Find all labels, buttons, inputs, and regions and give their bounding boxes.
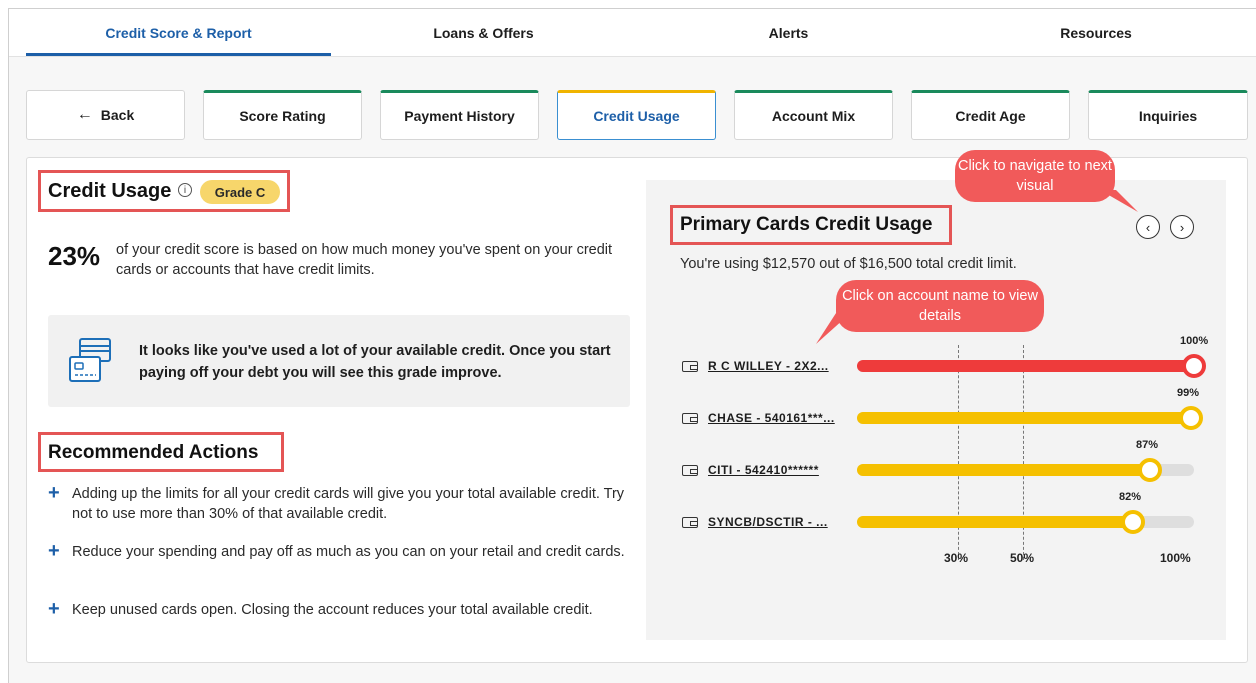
recommended-action-text: Keep unused cards open. Closing the acco…	[72, 602, 593, 618]
grade-badge: Grade C	[200, 180, 280, 204]
primary-cards-title: Primary Cards Credit Usage	[680, 214, 933, 235]
subtab-score-rating[interactable]: Score Rating	[203, 90, 362, 140]
tab-loans-offers[interactable]: Loans & Offers	[331, 9, 636, 57]
credit-card-icon	[682, 464, 698, 476]
account-link[interactable]: R C WILLEY - 2X2...	[682, 359, 829, 373]
account-name: R C WILLEY - 2X2...	[708, 359, 829, 373]
usage-notice: It looks like you've used a lot of your …	[48, 315, 630, 407]
callout-pointer	[816, 310, 854, 344]
usage-bar-label: 87%	[1136, 439, 1159, 451]
usage-bar-label: 99%	[1177, 387, 1200, 399]
tab-resources[interactable]: Resources	[941, 9, 1251, 57]
subtab-inquiries[interactable]: Inquiries	[1088, 90, 1248, 140]
axis-tick: 100%	[1160, 551, 1191, 565]
usage-bar-track	[857, 354, 1206, 378]
usage-bar-track	[857, 458, 1194, 482]
usage-bar-fill	[857, 412, 1191, 424]
callout-pointer	[1100, 190, 1138, 212]
usage-bar-track	[857, 510, 1194, 534]
notice-text: It looks like you've used a lot of your …	[139, 343, 611, 381]
account-name: CITI - 542410******	[708, 463, 819, 477]
usage-percent: 23%	[48, 241, 101, 271]
usage-bar-fill	[857, 464, 1150, 476]
usage-bar-fill	[857, 516, 1133, 528]
usage-bar-marker	[1121, 510, 1145, 534]
credit-card-icon	[682, 360, 698, 372]
active-tab-underline	[26, 53, 331, 56]
plus-icon: +	[48, 540, 60, 562]
chevron-left-icon[interactable]: ‹	[1136, 215, 1160, 239]
account-link[interactable]: CHASE - 540161***...	[682, 411, 835, 425]
usage-bar-label: 100%	[1180, 335, 1209, 347]
callout-account: Click on account name to view details	[836, 280, 1044, 332]
usage-bar-marker	[1182, 354, 1206, 378]
back-button[interactable]: ← Back	[26, 90, 185, 140]
arrow-left-icon: ←	[76, 106, 93, 123]
top-nav: Credit Score & Report Loans & Offers Ale…	[9, 9, 1256, 57]
info-icon[interactable]: i	[178, 183, 192, 197]
usage-bar-label: 82%	[1119, 491, 1142, 503]
account-name: CHASE - 540161***...	[708, 411, 835, 425]
subtab-account-mix[interactable]: Account Mix	[734, 90, 893, 140]
usage-bar-marker	[1179, 406, 1203, 430]
credit-usage-summary: You're using $12,570 out of $16,500 tota…	[680, 256, 1017, 272]
recommended-action-text: Adding up the limits for all your credit…	[72, 486, 625, 522]
plus-icon: +	[48, 482, 60, 504]
plus-icon: +	[48, 598, 60, 620]
callout-navigate: Click to navigate to next visual	[955, 150, 1115, 202]
section-title-credit-usage: Credit Usage	[48, 180, 172, 202]
recommended-action-text: Reduce your spending and pay off as much…	[72, 544, 625, 560]
account-link[interactable]: SYNCB/DSCTIR - ...	[682, 515, 828, 529]
account-link[interactable]: CITI - 542410******	[682, 463, 819, 477]
account-name: SYNCB/DSCTIR - ...	[708, 515, 828, 529]
credit-card-icon	[69, 338, 111, 382]
subtab-payment-history[interactable]: Payment History	[380, 90, 539, 140]
section-title-recommended-actions: Recommended Actions	[48, 442, 259, 463]
tab-credit-score-report[interactable]: Credit Score & Report	[26, 9, 331, 57]
chevron-right-icon[interactable]: ›	[1170, 215, 1194, 239]
credit-card-icon	[682, 516, 698, 528]
credit-card-icon	[682, 412, 698, 424]
usage-description: of your credit score is based on how muc…	[116, 242, 613, 278]
axis-tick: 50%	[1010, 551, 1035, 565]
usage-bar-fill	[857, 360, 1194, 372]
back-label: Back	[100, 107, 135, 123]
usage-bar-marker	[1138, 458, 1162, 482]
subtab-credit-usage[interactable]: Credit Usage	[557, 90, 716, 140]
subtab-credit-age[interactable]: Credit Age	[911, 90, 1070, 140]
primary-cards-visual	[646, 180, 1226, 640]
tab-alerts[interactable]: Alerts	[636, 9, 941, 57]
axis-tick: 30%	[944, 551, 969, 565]
usage-bar-track	[857, 406, 1203, 430]
